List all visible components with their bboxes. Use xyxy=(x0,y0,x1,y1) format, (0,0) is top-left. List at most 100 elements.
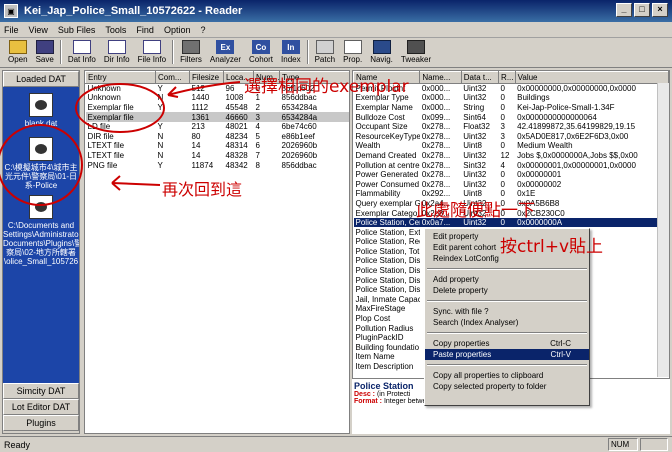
table-cell: Y xyxy=(157,122,163,132)
navigator-icon xyxy=(372,40,391,54)
filters-button[interactable]: Filters xyxy=(176,40,206,66)
table-cell: 0x000... xyxy=(421,102,451,112)
entries-column-header[interactable]: Entry xyxy=(85,71,156,84)
table-row[interactable]: LTEXT file N 14 48328 7 2026960b xyxy=(86,151,350,161)
menu-separator xyxy=(427,332,587,334)
entries-column-header[interactable]: Com... xyxy=(155,71,190,84)
table-cell: MaxFireStage xyxy=(355,304,406,314)
table-cell: Police Station, Cent xyxy=(353,217,420,228)
table-row[interactable]: Occupant Size 0x278... Float32 3 42.41899872… xyxy=(354,122,669,132)
menu-sub-files[interactable]: Sub Files xyxy=(58,25,96,35)
table-row[interactable]: LTEXT file N 14 48314 6 2026960b xyxy=(86,141,350,151)
cohort-button[interactable]: Co Cohort xyxy=(245,40,277,66)
annotation-return-here: 再次回到這 xyxy=(162,180,243,199)
table-row[interactable]: Power Consumed 0x278... Uint32 0 0x00000002 xyxy=(354,179,669,189)
menu-option[interactable]: Option xyxy=(164,25,191,35)
navig-button[interactable]: Navig. xyxy=(366,40,397,66)
simcity-dat-button[interactable]: Simcity DAT xyxy=(3,383,79,399)
dat-item-blank[interactable]: blank.dat xyxy=(3,93,79,128)
menu-bar: File View Sub Files Tools Find Option ? xyxy=(0,22,672,38)
annotation-click-here: 此處隨便點一下 xyxy=(416,201,535,221)
table-cell: 42.41899872,35.64199829,19.15 xyxy=(517,122,636,132)
table-row[interactable]: Demand Created 0x278... Uint32 12 Jobs $,0x0… xyxy=(354,151,669,161)
index-button[interactable]: In Index xyxy=(277,40,305,66)
menu-separator xyxy=(427,364,587,366)
loaded-dat-list: blank.dat C:\模擬城市4\城市主光元件\警察局\01-日系-Poli… xyxy=(3,87,79,383)
plugins-button[interactable]: Plugins xyxy=(3,415,79,431)
open-button[interactable]: Open xyxy=(4,40,32,66)
menu-delete-property[interactable]: Delete property xyxy=(425,285,589,296)
table-row[interactable]: Bulldoze Cost 0x099... Sint64 0 0x0000000000… xyxy=(354,112,669,122)
table-cell: Query exemplar G xyxy=(355,198,420,208)
menu-add-property[interactable]: Add property xyxy=(425,274,589,285)
table-cell: Uint32 xyxy=(463,179,487,189)
save-button[interactable]: Save xyxy=(32,40,58,66)
table-cell: LD file xyxy=(87,122,111,132)
table-cell: 1361 xyxy=(189,112,224,122)
tweaker-button[interactable]: Tweaker xyxy=(397,40,435,66)
window-title: Kei_Jap_Police_Small_10572622 - Reader xyxy=(24,5,243,17)
menu-tools[interactable]: Tools xyxy=(105,25,126,35)
maximize-button[interactable]: □ xyxy=(634,3,650,17)
menu-copy-all-to-clipboard[interactable]: Copy all properties to clipboard xyxy=(425,370,589,381)
table-row[interactable]: PNG file Y 11874 48342 8 856ddbac xyxy=(86,160,350,170)
entries-column-header[interactable]: Filesize xyxy=(189,71,224,84)
properties-scrollbar[interactable] xyxy=(657,83,669,377)
menu-view[interactable]: View xyxy=(29,25,48,35)
close-button[interactable]: × xyxy=(652,3,668,17)
menu-copy-properties[interactable]: Copy properties Ctrl-C xyxy=(425,338,589,349)
table-cell: 7 xyxy=(255,150,260,160)
table-row[interactable]: Exemplar file 1361 46660 3 6534284a xyxy=(85,112,349,122)
table-cell: 0x278... xyxy=(421,170,451,180)
dat-info-button[interactable]: Dat Info xyxy=(64,40,100,66)
prop-button[interactable]: Prop. xyxy=(339,40,366,66)
table-cell: 2026960b xyxy=(281,150,318,160)
table-cell: 6534284a xyxy=(279,112,349,122)
table-row[interactable]: Pollution at centre 0x278... Sint32 4 0x0000… xyxy=(354,160,669,170)
lot-editor-dat-button[interactable]: Lot Editor DAT xyxy=(3,399,79,415)
table-cell: 0x00000002 xyxy=(517,179,562,189)
menu-paste-properties[interactable]: Paste properties Ctrl-V xyxy=(425,349,589,360)
patch-button[interactable]: Patch xyxy=(311,40,339,66)
properties-column-header[interactable]: Name... xyxy=(419,71,462,84)
table-row[interactable]: Power Generated 0x278... Uint32 0 0x00000001 xyxy=(354,170,669,180)
table-row[interactable]: DIR file N 80 48234 5 e86b1eef xyxy=(86,131,350,141)
properties-column-header[interactable]: Value xyxy=(514,71,669,84)
properties-column-header[interactable]: R... xyxy=(498,71,516,84)
table-cell xyxy=(155,112,190,122)
table-row[interactable]: ResourceKeyType1 0x278... Uint32 3 0x5AD0E81… xyxy=(354,131,669,141)
analyzer-button[interactable]: Ex Analyzer xyxy=(206,40,245,66)
table-cell: Uint32 xyxy=(463,93,487,103)
table-cell: 3 xyxy=(253,112,280,122)
table-cell: 0x000... xyxy=(421,84,451,94)
table-row[interactable]: Exemplar file Y 1112 45548 2 6534284a xyxy=(86,103,350,113)
table-cell: Unknown xyxy=(87,84,121,94)
menu-search-index-analyser[interactable]: Search (Index Analyser) xyxy=(425,317,589,328)
table-cell: Power Consumed xyxy=(355,179,420,189)
table-row[interactable]: LD file Y 213 48021 4 6be74c60 xyxy=(86,122,350,132)
format-label: Format : xyxy=(354,398,382,405)
loaded-dat-header[interactable]: Loaded DAT xyxy=(3,71,79,87)
table-row[interactable]: Wealth 0x278... Uint8 0 Medium Wealth xyxy=(354,141,669,151)
file-info-button[interactable]: File Info xyxy=(134,40,170,66)
table-cell: Flammability xyxy=(355,189,401,199)
menu-sync-with-file[interactable]: Sync. with file ? xyxy=(425,306,589,317)
table-row[interactable]: Exemplar Name 0x000... String 0 Kei-Jap-Poli… xyxy=(354,103,669,113)
dat-item-police-1[interactable]: C:\模擬城市4\城市主光元件\警察局\01-日系-Police xyxy=(3,137,79,190)
table-cell: 2 xyxy=(255,102,260,112)
table-cell: Pollution at centre xyxy=(355,160,420,170)
menu-find[interactable]: Find xyxy=(136,25,154,35)
table-cell: 0 xyxy=(500,179,505,189)
menu-file[interactable]: File xyxy=(4,25,19,35)
menu-copy-selected-to-folder[interactable]: Copy selected property to folder xyxy=(425,381,589,392)
minimize-button[interactable]: _ xyxy=(616,3,632,17)
dir-info-button[interactable]: Dir Info xyxy=(100,40,134,66)
table-cell: 6be74c60 xyxy=(281,122,317,132)
properties-column-header[interactable]: Data t... xyxy=(460,71,500,84)
table-cell: Exemplar file xyxy=(87,102,134,112)
patch-icon xyxy=(315,40,334,54)
toolbar-separator xyxy=(306,40,309,64)
menu-help[interactable]: ? xyxy=(200,25,205,35)
dat-item-police-2[interactable]: C:\Documents and Settings\Administrator\… xyxy=(3,195,79,266)
title-bar[interactable]: ▣ Kei_Jap_Police_Small_10572622 - Reader… xyxy=(0,0,672,22)
